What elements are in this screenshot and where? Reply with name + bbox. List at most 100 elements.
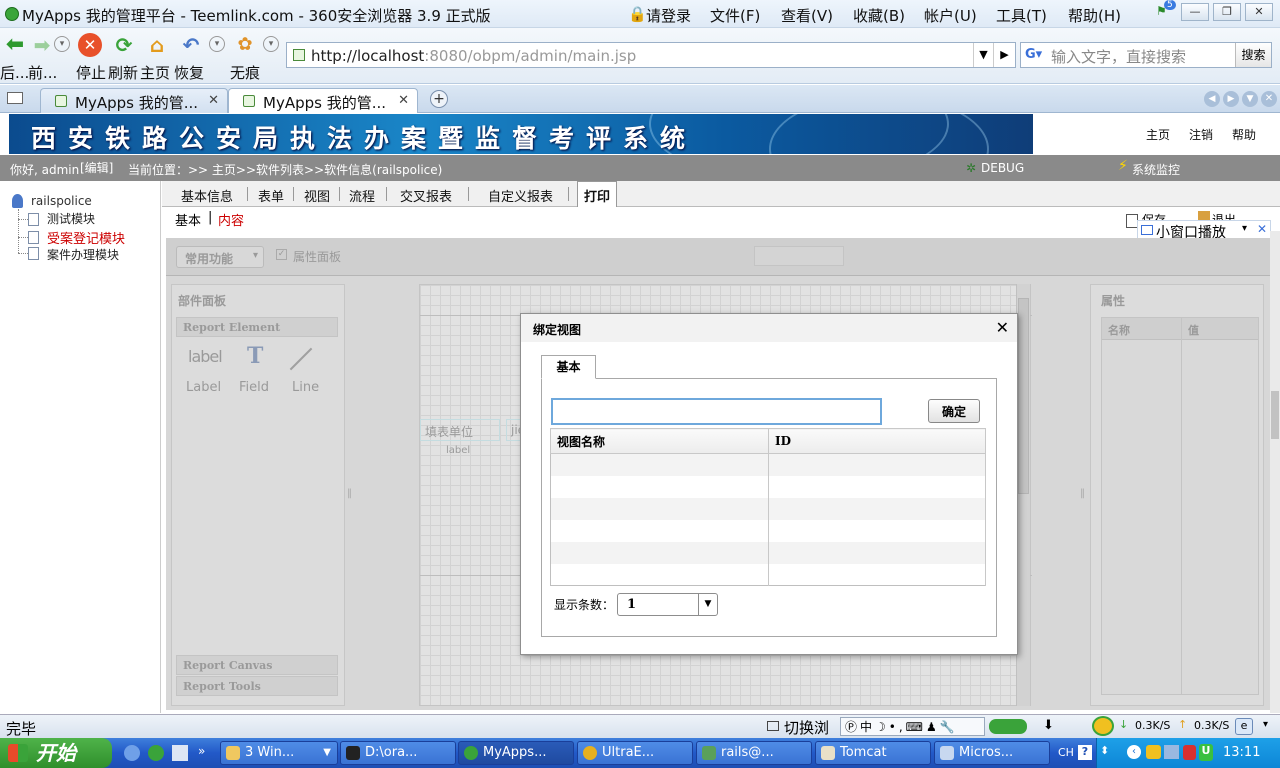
back-arrow-icon[interactable]: ⬅ — [3, 33, 27, 57]
column-header-id[interactable]: ID — [768, 428, 986, 454]
tab-close-icon[interactable]: ✕ — [398, 93, 409, 108]
properties-grid[interactable]: 名称 值 — [1101, 317, 1259, 695]
save-button[interactable]: 保存 — [1142, 211, 1166, 220]
menu-help[interactable]: 帮助(H) — [1068, 5, 1121, 26]
url-text[interactable]: http://localhost:8080/obpm/admin/main.js… — [311, 47, 636, 65]
quicklaunch-desktop-icon[interactable] — [172, 745, 188, 761]
menu-tools[interactable]: 工具(T) — [996, 5, 1047, 26]
history-dropdown-icon[interactable]: ▾ — [54, 36, 70, 52]
tray-security-icon[interactable] — [1183, 745, 1196, 760]
task-cmd[interactable]: D:\ora... — [340, 741, 456, 765]
view-search-input[interactable] — [551, 398, 882, 425]
field-icon[interactable]: T — [247, 343, 263, 369]
search-engine-icon[interactable]: G▾ — [1025, 47, 1045, 63]
minimize-button[interactable]: — — [1181, 3, 1209, 21]
page-scrollbar[interactable] — [1270, 231, 1280, 713]
report-tools-header[interactable]: Report Tools — [176, 676, 338, 696]
tray-network-icon[interactable] — [1146, 745, 1161, 759]
debug-link[interactable]: DEBUG — [981, 161, 1024, 175]
stop-label[interactable]: 停止 — [76, 62, 106, 83]
exit-button[interactable]: 退出 — [1212, 211, 1236, 220]
edit-profile-link[interactable]: [编辑] — [80, 159, 113, 176]
tab-list-icon[interactable]: ▼ — [1242, 91, 1258, 107]
tab-form[interactable]: 表单 — [258, 186, 284, 205]
tab-scroll-left-icon[interactable]: ◀ — [1204, 91, 1220, 107]
table-row[interactable] — [550, 475, 986, 498]
go-icon[interactable]: ▶ — [993, 43, 1015, 67]
tree-root[interactable]: railspolice — [31, 194, 92, 208]
undo-close-icon[interactable]: ↶ — [179, 33, 203, 57]
ime-toolbar[interactable]: Ⓟ中☽•,⌨♟🔧 — [840, 717, 985, 736]
tab-print[interactable]: 打印 — [577, 181, 618, 207]
menu-view[interactable]: 查看(V) — [781, 5, 833, 26]
label-icon[interactable]: label — [188, 347, 223, 366]
incognito-dropdown-icon[interactable]: ▾ — [263, 36, 279, 52]
start-button[interactable]: 开始 — [0, 738, 112, 768]
notification-icon[interactable]: ⚑ 5 — [1156, 0, 1176, 20]
tree-item-case-registration[interactable]: 受案登记模块 — [47, 228, 125, 247]
tab-workflow[interactable]: 流程 — [349, 186, 375, 205]
menu-account[interactable]: 帐户(U) — [924, 5, 977, 26]
task-ultraedit[interactable]: UltraE... — [577, 741, 693, 765]
common-functions-dropdown[interactable]: 常用功能 ▾ — [176, 246, 264, 268]
table-row[interactable] — [550, 541, 986, 564]
forward-arrow-icon[interactable]: ➡ — [30, 33, 54, 57]
home-label[interactable]: 主页 — [140, 62, 170, 83]
mini-player-close-icon[interactable]: ✕ — [1257, 222, 1267, 236]
page-scrollbar-thumb[interactable] — [1271, 391, 1279, 439]
quicklaunch-ie-icon[interactable] — [124, 745, 140, 761]
address-bar[interactable]: http://localhost:8080/obpm/admin/main.js… — [286, 42, 1016, 68]
line-icon[interactable] — [289, 347, 313, 371]
restore-dropdown-icon[interactable]: ▾ — [209, 36, 225, 52]
report-element-header[interactable]: Report Element — [176, 317, 338, 337]
tab-view[interactable]: 视图 — [304, 186, 330, 205]
subtab-content[interactable]: 内容 — [218, 210, 244, 229]
accelerator-icon[interactable] — [1092, 716, 1114, 736]
quicklaunch-more-icon[interactable]: » — [198, 744, 205, 758]
task-tomcat[interactable]: Tomcat — [815, 741, 931, 765]
subtab-basic[interactable]: 基本 — [175, 210, 201, 229]
tray-360-icon[interactable]: U — [1199, 744, 1213, 761]
ie-mode-icon[interactable]: e — [1235, 718, 1253, 735]
clock[interactable]: 13:11 — [1223, 745, 1260, 760]
dialog-close-button[interactable]: ✕ — [996, 318, 1009, 337]
toggle-switch-icon[interactable] — [989, 719, 1027, 734]
canvas-field-unit[interactable]: 填表单位 — [420, 419, 500, 441]
column-header-view-name[interactable]: 视图名称 — [550, 428, 769, 454]
tree-item-test-module[interactable]: 测试模块 — [47, 210, 95, 227]
chevron-down-icon[interactable]: ▼ — [698, 594, 717, 615]
tree-item-case-handling[interactable]: 案件办理模块 — [47, 246, 119, 263]
task-microsoft[interactable]: Micros... — [934, 741, 1050, 765]
new-tab-button[interactable]: + — [430, 90, 448, 108]
help-link[interactable]: 帮助 — [1232, 126, 1256, 143]
search-box[interactable]: G▾ 输入文字，直接搜索 搜索 — [1020, 42, 1272, 68]
tab-close-icon[interactable]: ✕ — [208, 93, 219, 108]
back-label[interactable]: 后... — [0, 62, 29, 83]
tray-input-icon[interactable]: ⬍ — [1100, 744, 1116, 760]
home-link[interactable]: 主页 — [1146, 126, 1170, 143]
forward-label[interactable]: 前... — [28, 62, 57, 83]
tab-scroll-right-icon[interactable]: ▶ — [1223, 91, 1239, 107]
mini-player-bar[interactable]: 小窗口播放 ▾ ✕ — [1137, 220, 1271, 241]
tray-monitor-icon[interactable] — [1164, 745, 1179, 759]
home-icon[interactable]: ⌂ — [145, 33, 169, 57]
tab-basic-info[interactable]: 基本信息 — [181, 186, 233, 205]
stop-icon[interactable]: ✕ — [78, 33, 102, 57]
tray-collapse-icon[interactable]: ‹ — [1127, 745, 1141, 759]
incognito-label[interactable]: 无痕 — [230, 62, 260, 83]
splitter-handle[interactable]: ‖ — [347, 488, 352, 499]
login-link[interactable]: 请登录 — [646, 5, 691, 26]
canvas-scrollbar[interactable] — [1016, 284, 1030, 706]
refresh-label[interactable]: 刷新 — [108, 62, 138, 83]
table-row[interactable] — [550, 519, 986, 542]
quicklaunch-360-icon[interactable] — [148, 745, 164, 761]
maximize-button[interactable]: ❐ — [1213, 3, 1241, 21]
search-button[interactable]: 搜索 — [1235, 43, 1271, 67]
menu-favorites[interactable]: 收藏(B) — [853, 5, 905, 26]
refresh-icon[interactable]: ⟳ — [112, 33, 136, 57]
task-rails[interactable]: rails@... — [696, 741, 812, 765]
confirm-button[interactable]: 确定 — [928, 399, 980, 423]
menu-file[interactable]: 文件(F) — [710, 5, 760, 26]
scrollbar-thumb[interactable] — [1018, 298, 1029, 494]
attr-panel-checkbox[interactable]: ✓ — [276, 249, 287, 260]
